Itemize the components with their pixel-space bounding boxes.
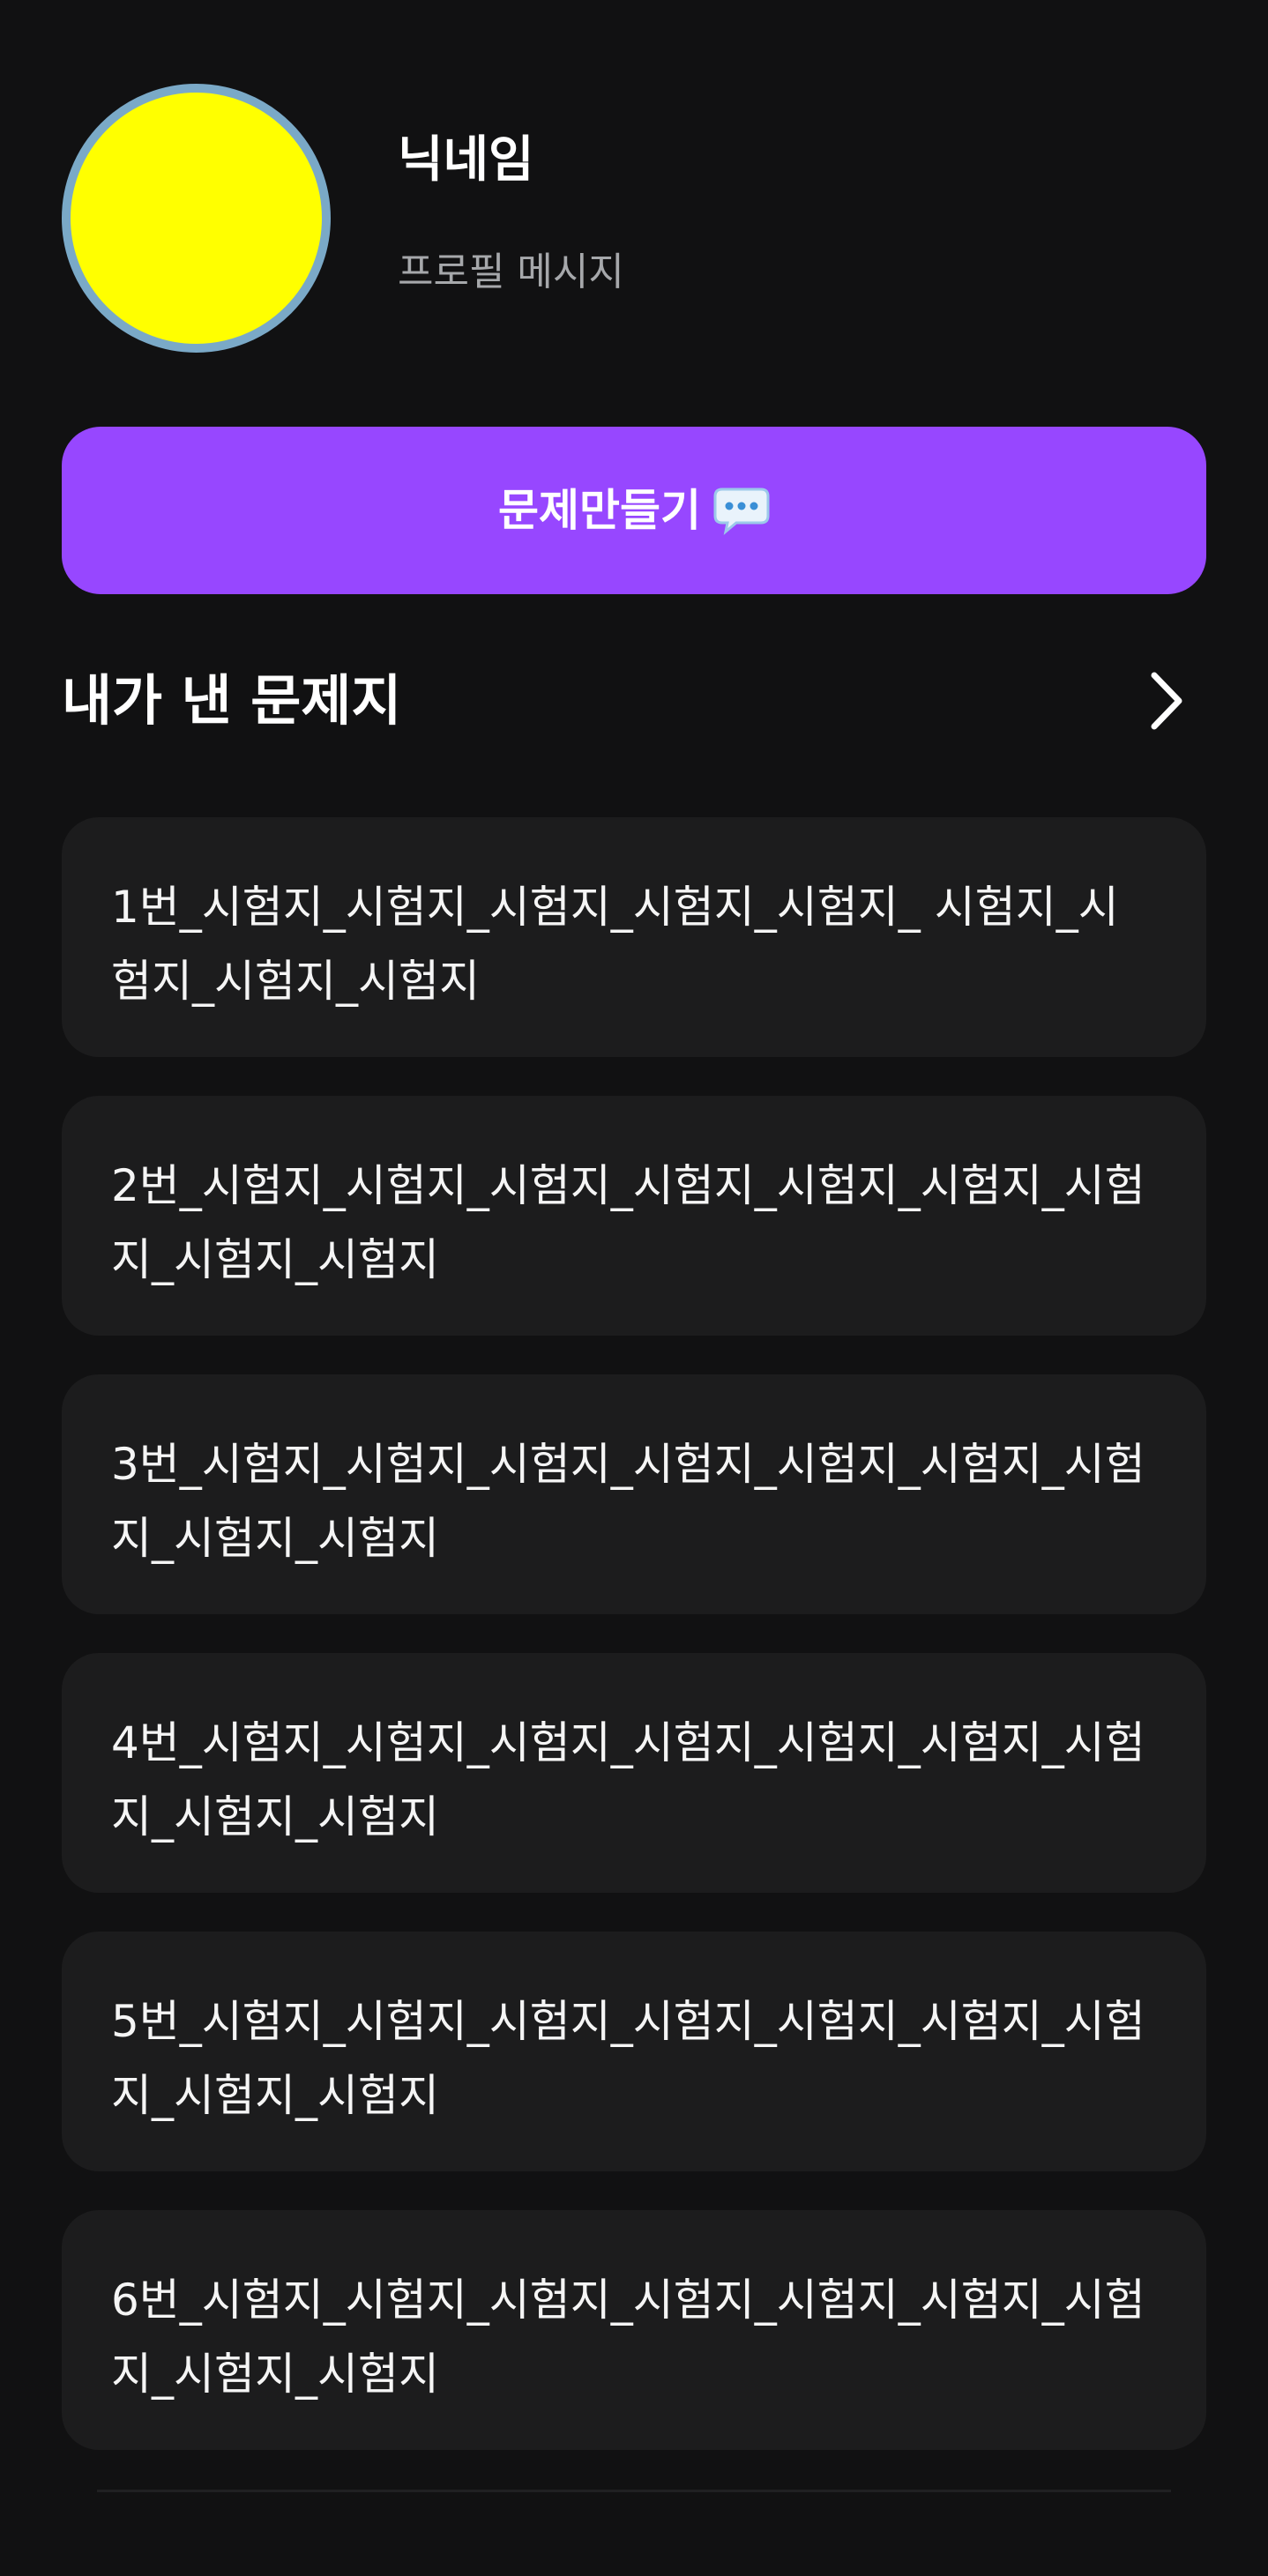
exam-list: 1번_시험지_시험지_시험지_시험지_시험지_ 시험지_시험지_시험지_시험지 … bbox=[62, 817, 1206, 2489]
exam-card[interactable]: 5번_시험지_시험지_시험지_시험지_시험지_시험지_시험지_시험지_시험지 bbox=[62, 1932, 1206, 2171]
chevron-right-icon bbox=[1151, 672, 1182, 730]
bottom-divider bbox=[97, 2490, 1171, 2492]
avatar[interactable] bbox=[62, 84, 331, 353]
create-exam-button[interactable]: 문제만들기 bbox=[62, 427, 1206, 594]
exam-card[interactable]: 3번_시험지_시험지_시험지_시험지_시험지_시험지_시험지_시험지_시험지 bbox=[62, 1374, 1206, 1614]
exam-title: 4번_시험지_시험지_시험지_시험지_시험지_시험지_시험지_시험지_시험지 bbox=[111, 1717, 1145, 1843]
exam-card[interactable]: 2번_시험지_시험지_시험지_시험지_시험지_시험지_시험지_시험지_시험지 bbox=[62, 1096, 1206, 1336]
exam-card[interactable]: 6번_시험지_시험지_시험지_시험지_시험지_시험지_시험지_시험지_시험지 bbox=[62, 2210, 1206, 2450]
exam-title: 6번_시험지_시험지_시험지_시험지_시험지_시험지_시험지_시험지_시험지 bbox=[111, 2274, 1145, 2400]
my-exams-header: 내가 낸 문제지 bbox=[62, 661, 1206, 741]
profile-header: 닉네임 프로필 메시지 bbox=[62, 84, 1206, 353]
exam-card[interactable]: 4번_시험지_시험지_시험지_시험지_시험지_시험지_시험지_시험지_시험지 bbox=[62, 1653, 1206, 1893]
profile-message: 프로필 메시지 bbox=[398, 249, 624, 294]
exam-title: 1번_시험지_시험지_시험지_시험지_시험지_ 시험지_시험지_시험지_시험지 bbox=[111, 882, 1119, 1007]
nickname: 닉네임 bbox=[398, 131, 534, 189]
exam-title: 3번_시험지_시험지_시험지_시험지_시험지_시험지_시험지_시험지_시험지 bbox=[111, 1439, 1145, 1564]
speech-bubble-icon bbox=[713, 488, 770, 535]
section-title: 내가 낸 문제지 bbox=[62, 668, 402, 733]
view-all-button[interactable] bbox=[1127, 661, 1206, 741]
exam-title: 2번_시험지_시험지_시험지_시험지_시험지_시험지_시험지_시험지_시험지 bbox=[111, 1160, 1145, 1285]
exam-card[interactable]: 1번_시험지_시험지_시험지_시험지_시험지_ 시험지_시험지_시험지_시험지 bbox=[62, 817, 1206, 1057]
exam-title: 5번_시험지_시험지_시험지_시험지_시험지_시험지_시험지_시험지_시험지 bbox=[111, 1996, 1145, 2121]
create-exam-label: 문제만들기 bbox=[498, 485, 701, 536]
